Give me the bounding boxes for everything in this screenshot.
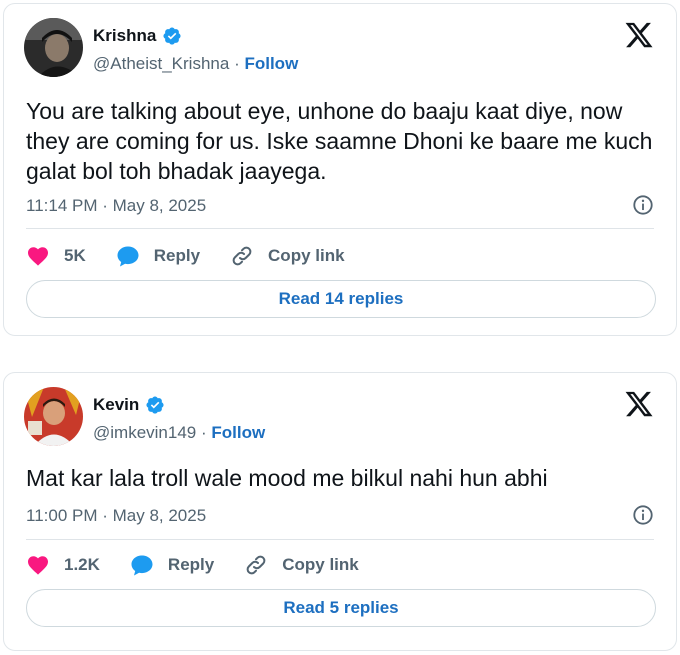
like-count: 1.2K [64, 555, 100, 574]
divider [26, 228, 654, 229]
verified-badge-icon [163, 27, 181, 45]
read-replies-label: Read 14 replies [278, 289, 404, 308]
verified-badge-icon [146, 396, 164, 414]
separator: · [200, 423, 207, 442]
x-logo-icon[interactable] [624, 389, 654, 419]
info-icon[interactable] [632, 194, 654, 216]
reply-bubble-icon [117, 246, 139, 267]
copy-link-button[interactable]: Copy link [230, 244, 345, 268]
heart-icon [28, 247, 48, 266]
like-count: 5K [64, 246, 86, 265]
reply-button[interactable]: Reply [130, 553, 214, 577]
link-icon [246, 555, 266, 575]
display-name[interactable]: Krishna [93, 26, 156, 46]
separator: · [234, 54, 240, 73]
heart-icon [28, 556, 48, 575]
tweet-text: Mat kar lala troll wale mood me bilkul n… [26, 465, 548, 491]
read-replies-button[interactable]: Read 14 replies [26, 280, 656, 318]
reply-bubble-icon [131, 555, 153, 576]
follow-button[interactable]: Follow [244, 54, 298, 73]
x-logo-icon[interactable] [624, 20, 654, 50]
copy-link-label: Copy link [268, 246, 345, 265]
read-replies-label: Read 5 replies [283, 598, 399, 617]
timestamp[interactable]: 11:00 PM · May 8, 2025 [26, 506, 206, 525]
timestamp[interactable]: 11:14 PM · May 8, 2025 [26, 196, 206, 215]
reply-button[interactable]: Reply [116, 244, 200, 268]
avatar[interactable] [24, 387, 83, 446]
handle[interactable]: @imkevin149 [93, 423, 196, 442]
copy-link-label: Copy link [282, 555, 359, 574]
reply-label: Reply [153, 246, 201, 265]
handle[interactable]: @Atheist_Krishna [93, 54, 229, 73]
divider [26, 539, 654, 540]
like-button[interactable]: 5K [26, 244, 86, 268]
like-button[interactable]: 1.2K [26, 553, 100, 577]
reply-label: Reply [167, 555, 215, 574]
info-icon[interactable] [632, 504, 654, 526]
link-icon [232, 246, 252, 266]
copy-link-button[interactable]: Copy link [244, 553, 359, 577]
follow-button[interactable]: Follow [211, 423, 265, 442]
display-name[interactable]: Kevin [93, 395, 139, 415]
tweet-card: Kevin @imkevin149 · Follow Mat kar lala … [3, 372, 677, 651]
avatar[interactable] [24, 18, 83, 77]
tweet-text: You are talking about eye, unhone do baa… [26, 98, 653, 184]
read-replies-button[interactable]: Read 5 replies [26, 589, 656, 627]
tweet-card: Krishna @Atheist_Krishna · Follow You ar… [3, 3, 677, 336]
